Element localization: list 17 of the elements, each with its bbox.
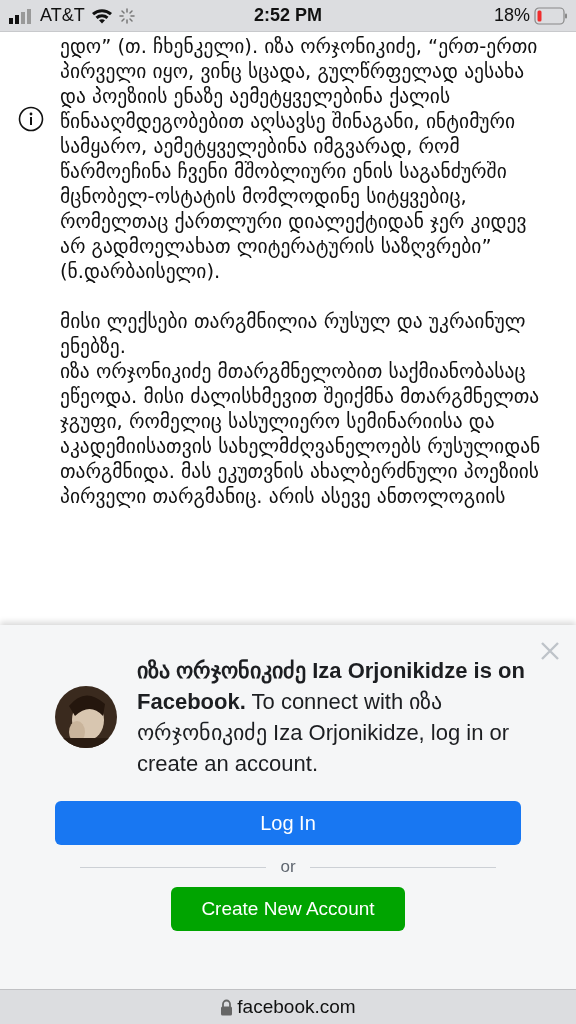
article-paragraph: ედო” (თ. ჩხენკელი). იზა ორჯონიკიძე, “ერთ-ერთი პირველი იყო, ვინც სცადა, გულწრფელად აესახა და პოეზიის ენაზე აემეტყველებინა ქალის წინააღმდეგობებით აღსავსე შინაგანი, ინტიმური სამყარო, აემეტყველებინა იმგვარად, რომ წარმოეჩინა ჩვენი მშობლიური ენის საგანძურში მცნობელ-ოსტატის მომლოდინე სიტყვებიც, რომელთაც ქართლური დიალექტიდან ჯერ კიდევ არ გადმოელახათ ლიტერატურის საზღვრები” (ნ.დარბაისელი). <box>60 34 539 284</box>
lock-icon <box>220 998 234 1016</box>
url-text[interactable]: facebook.com <box>237 996 356 1018</box>
info-icon[interactable] <box>18 106 44 132</box>
article-paragraph: იზა ორჯონიკიძე მთარგმნელობით საქმიანობასაც ეწეოდა. მისი ძალისხმევით შეიქმნა მთარგმნელთა ჯგუფი, რომელიც სასულიერო სემინარიისა და აკადემიისათვის სახელმძღვანელოებს რუსულიდან თარგმნიდა. მას ეკუთვნის ახალბერძნული პოეზიის პირველი თარგმანიც. არის ასევე ანთოლოგიის <box>60 359 542 509</box>
clock-time: 2:52 PM <box>254 5 322 26</box>
wifi-icon <box>90 7 113 24</box>
login-prompt-message: იზა ორჯონიკიძე Iza Orjonikidze is on Facebook. To connect with იზა ორჯონიკიძე Iza Orjonikidze, log in or create an account. <box>137 657 526 778</box>
create-account-button[interactable]: Create New Account <box>171 887 405 931</box>
article-paragraph: მისი ლექსები თარგმნილია რუსულ და უკრაინულ ენებზე. <box>60 309 527 359</box>
signal-icon <box>8 7 34 24</box>
battery-percentage: 18% <box>493 5 530 26</box>
carrier-name: AT&T <box>40 5 85 26</box>
log-in-button[interactable]: Log In <box>55 801 521 845</box>
divider-label: or <box>280 857 296 877</box>
battery-icon <box>534 6 568 25</box>
loading-spinner-icon <box>118 7 135 24</box>
